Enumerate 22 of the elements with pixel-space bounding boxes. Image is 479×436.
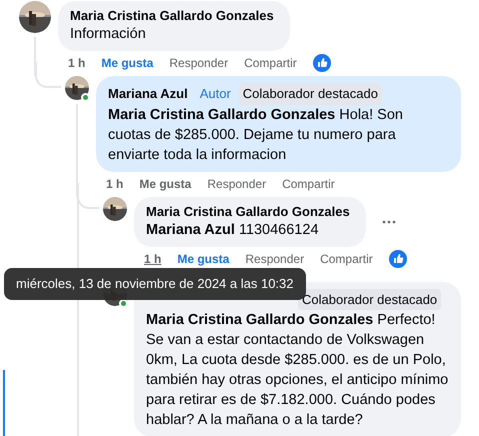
featured-badge: Colaborador destacado xyxy=(238,83,382,104)
reply-link[interactable]: Responder xyxy=(169,56,228,70)
share-link[interactable]: Compartir xyxy=(244,56,297,70)
like-link[interactable]: Me gusta xyxy=(139,176,192,190)
share-link[interactable]: Compartir xyxy=(320,252,373,266)
author-name[interactable]: Maria Cristina Gallardo Gonzales xyxy=(146,204,350,220)
comment-text: Información xyxy=(70,25,147,44)
like-link[interactable]: Me gusta xyxy=(101,56,154,70)
time-link[interactable]: 1 h xyxy=(106,176,124,190)
reply-link[interactable]: Responder xyxy=(245,252,304,266)
comment-text: Maria Cristina Gallardo Gonzales Hola! Son cuotas de $285.000. Dejame tu numero para enviarte toda la informacion xyxy=(108,106,404,164)
author-label: Autor xyxy=(198,85,232,103)
author-name[interactable]: Maria Cristina Gallardo Gonzales xyxy=(70,8,274,24)
comment-text: Maria Cristina Gallardo Gonzales Perfecto! Se van a estar contactando de Volkswagen 0km, La cuota desde $285.000. es de un Polo, también hay otras opciones, el anticipo mínimo para retirar es de $7.182.000. Cuándo podes hablar? A la mañana o a la tarde? xyxy=(146,311,449,430)
featured-badge: Colaborador destacado xyxy=(298,288,442,310)
comment-text: Mariana Azul 1130466124 xyxy=(146,220,320,240)
reply-link[interactable]: Responder xyxy=(207,176,266,190)
share-link[interactable]: Compartir xyxy=(282,176,335,190)
time-link[interactable]: 1 h xyxy=(144,252,162,266)
like-link[interactable]: Me gusta xyxy=(177,252,230,266)
author-name[interactable]: Mariana Azul xyxy=(108,86,188,102)
time-link[interactable]: 1 h xyxy=(68,56,86,70)
